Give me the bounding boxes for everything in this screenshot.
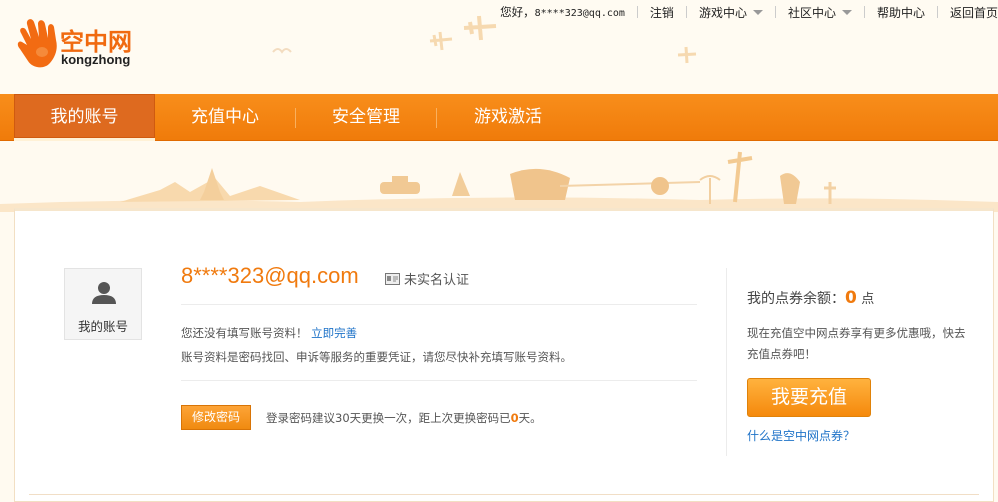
chevron-down-icon — [752, 9, 763, 15]
info-prompt: 您还没有填写账号资料！ 立即完善 — [181, 325, 357, 341]
hand-logo-icon — [17, 19, 57, 68]
community-menu[interactable]: 社区中心 — [776, 4, 864, 21]
change-password-button[interactable]: 修改密码 — [181, 405, 251, 430]
balance-label: 我的点券余额： — [747, 291, 845, 307]
community-label: 社区中心 — [787, 5, 836, 20]
complete-info-link[interactable]: 立即完善 — [311, 326, 357, 340]
game-center-menu[interactable]: 游戏中心 — [687, 4, 775, 21]
greeting-account: 8****323@qq.com — [534, 8, 625, 19]
account-panel: 我的账号 8****323@qq.com 未实名认证 您还没有填写账号资料！ 立… — [14, 208, 994, 502]
bird-decoration-icon — [272, 48, 292, 54]
password-tip: 登录密码建议30天更换一次，距上次更换密码已0天。 — [266, 410, 542, 426]
nav-recharge-center[interactable]: 充值中心 — [155, 94, 295, 141]
password-tip-prefix: 登录密码建议30天更换一次，距上次更换密码已 — [266, 411, 511, 425]
realname-status-label: 未实名认证 — [404, 273, 470, 288]
avatar-label: 我的账号 — [77, 319, 128, 334]
realname-status[interactable]: 未实名认证 — [385, 269, 469, 288]
plane-decoration-icon — [677, 46, 697, 64]
id-card-icon — [385, 272, 400, 285]
game-center-label: 游戏中心 — [698, 5, 747, 20]
account-email: 8****323@qq.com — [181, 263, 359, 288]
chevron-down-icon — [841, 9, 852, 15]
main-nav: 我的账号 充值中心 安全管理 游戏激活 — [0, 94, 998, 141]
what-is-coupon-link[interactable]: 什么是空中网点券？ — [747, 427, 855, 444]
nav-my-account[interactable]: 我的账号 — [14, 94, 155, 141]
info-prompt-text: 您还没有填写账号资料！ — [181, 326, 308, 340]
recharge-promo: 现在充值空中网点券享有更多优惠哦，快去充值点券吧！ — [747, 326, 966, 361]
balance-unit: 点 — [861, 292, 875, 307]
password-days: 0 — [510, 411, 519, 425]
balance-display: 我的点券余额：0 点 — [747, 288, 874, 308]
plane-decoration-icon — [463, 15, 497, 41]
nav-game-activation[interactable]: 游戏激活 — [437, 94, 579, 141]
kongzhong-logo[interactable]: 空中网 kongzhong — [14, 18, 144, 74]
info-note: 账号资料是密码找回、申诉等服务的重要凭证，请您尽快补充填写账号资料。 — [181, 350, 572, 364]
home-link[interactable]: 返回首页 — [938, 4, 998, 21]
header: 空中网 kongzhong 您好，8****323@qq.com 注销 游戏中心… — [0, 0, 998, 94]
help-center-link[interactable]: 帮助中心 — [865, 4, 937, 21]
recharge-button[interactable]: 我要充值 — [747, 378, 871, 417]
balance-amount: 0 — [845, 288, 857, 308]
user-icon — [92, 282, 116, 304]
top-links-bar: 您好，8****323@qq.com 注销 游戏中心 社区中心 帮助中心 返回首… — [500, 3, 998, 21]
logout-link[interactable]: 注销 — [638, 4, 686, 21]
logo-text-en: kongzhong — [61, 52, 131, 67]
avatar[interactable]: 我的账号 — [64, 268, 142, 340]
nav-security[interactable]: 安全管理 — [296, 94, 436, 141]
greeting: 您好，8****323@qq.com — [500, 5, 625, 19]
plane-decoration-icon — [429, 31, 453, 51]
battlefield-decoration-icon — [0, 151, 998, 212]
password-tip-suffix: 天。 — [518, 411, 542, 425]
